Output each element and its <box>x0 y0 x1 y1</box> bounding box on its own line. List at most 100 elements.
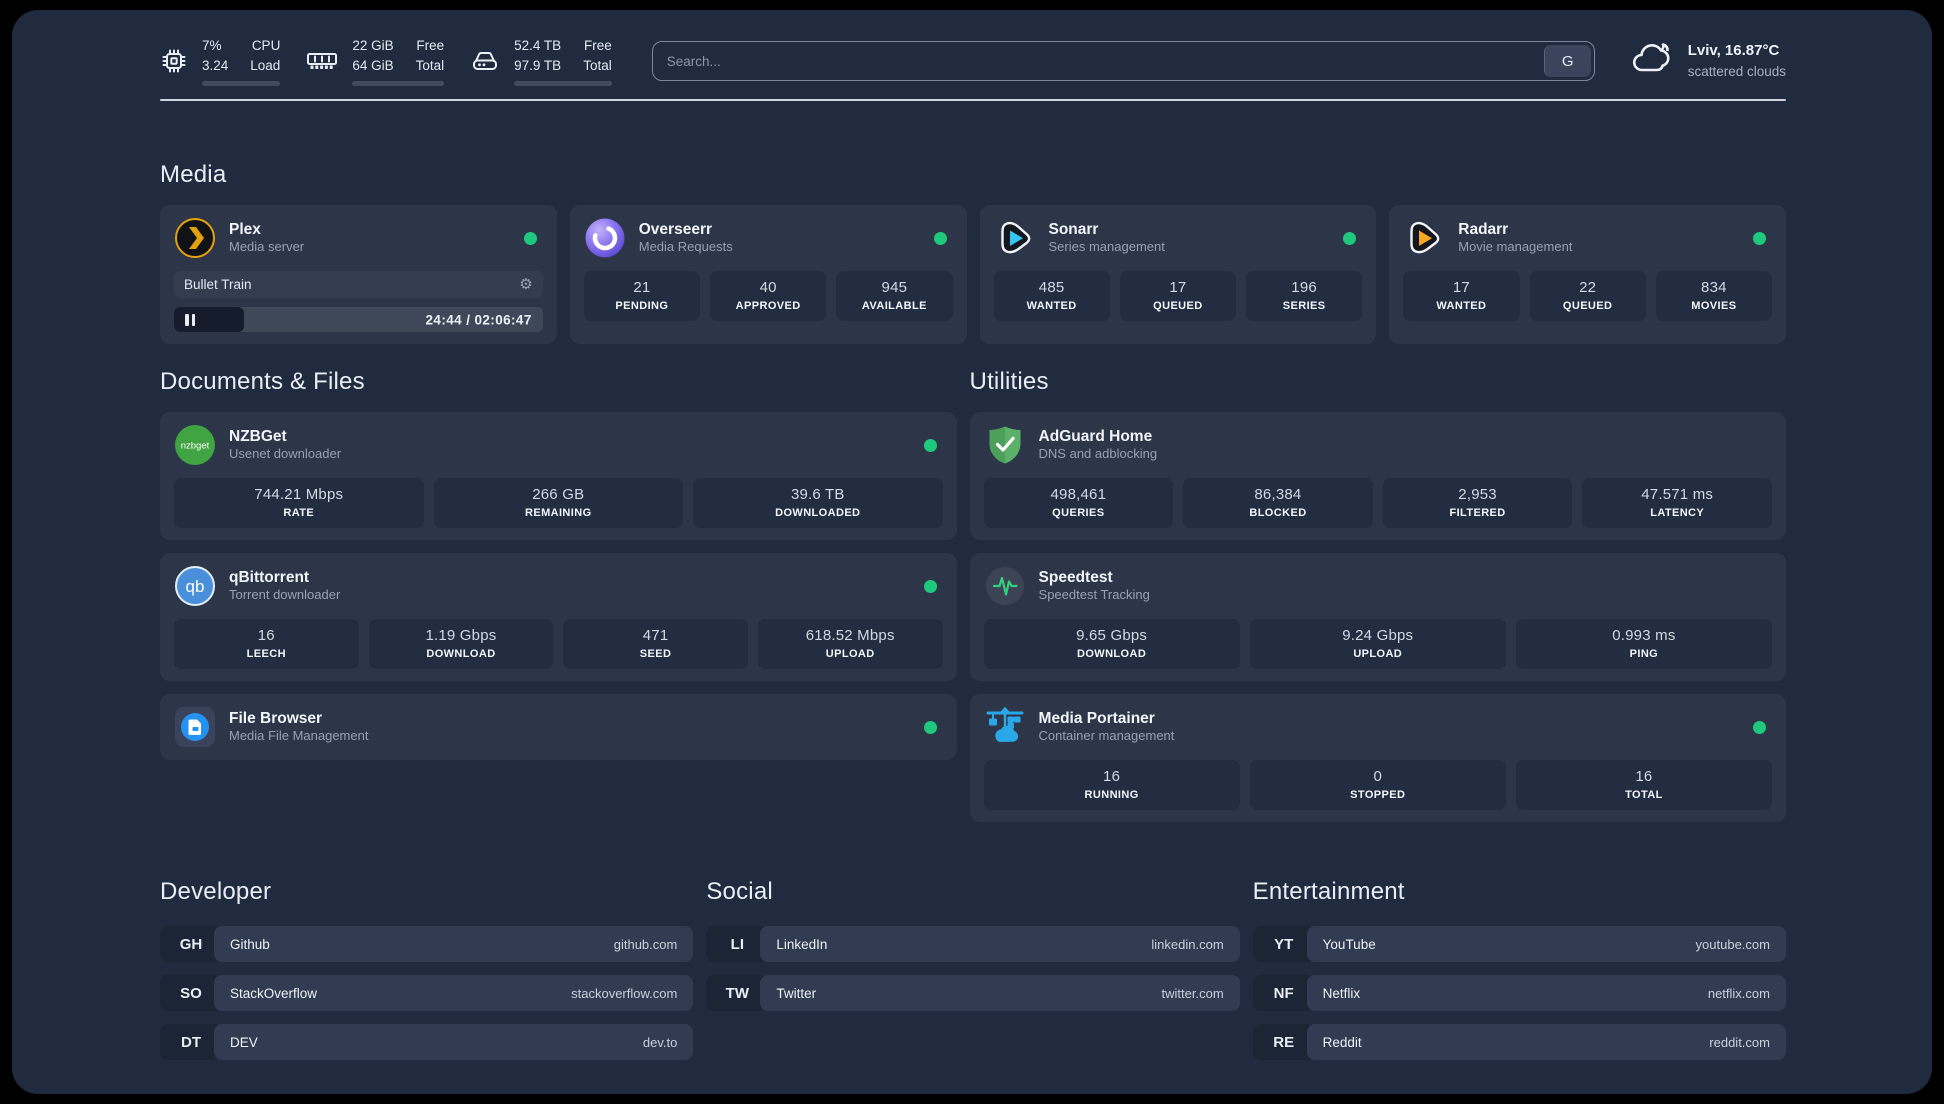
service-name: Sonarr <box>1048 220 1099 238</box>
stat-label: FILTERED <box>1449 507 1506 520</box>
stat-label: MOVIES <box>1691 300 1737 313</box>
service-card-sonarr[interactable]: Sonarr Series management 485 WANTED 17 Q… <box>979 205 1377 345</box>
service-description: Media File Management <box>229 728 369 744</box>
bookmark-abbr: NF <box>1252 975 1315 1012</box>
bookmark-row-youtube[interactable]: YT YouTube youtube.com <box>1252 926 1786 963</box>
bookmark-url: twitter.com <box>1161 985 1224 1001</box>
stat-tile: 40 APPROVED <box>710 271 827 322</box>
radarr-icon <box>1403 217 1445 259</box>
bookmark-row-github[interactable]: GH Github github.com <box>160 926 694 963</box>
bookmark-abbr: RE <box>1252 1024 1315 1061</box>
bookmark-row-reddit[interactable]: RE Reddit reddit.com <box>1252 1024 1786 1061</box>
cpu-progress-bar <box>202 81 281 87</box>
cpu-load-value: 3.24 <box>202 57 229 73</box>
bookmark-name: Twitter <box>776 985 817 1001</box>
ram-icon <box>306 49 338 73</box>
service-name: AdGuard Home <box>1038 427 1153 445</box>
bookmark-row-linkedin[interactable]: LI LinkedIn linkedin.com <box>706 926 1240 963</box>
status-dot <box>1752 720 1766 734</box>
service-card-filebrowser[interactable]: File Browser Media File Management <box>160 694 957 761</box>
service-card-speedtest[interactable]: Speedtest Speedtest Tracking 9.65 Gbps D… <box>969 553 1786 682</box>
stat-tile: 0.993 ms PING <box>1515 619 1772 670</box>
ram-free-label: Free <box>416 38 445 53</box>
service-card-portainer[interactable]: Media Portainer Container management 16 … <box>969 694 1786 823</box>
stat-value: 17 <box>1452 279 1470 297</box>
stat-label: QUEUED <box>1153 300 1203 313</box>
stat-value: 47.571 ms <box>1641 486 1714 504</box>
service-name: File Browser <box>229 709 323 727</box>
stat-tile: 16 RUNNING <box>983 760 1240 811</box>
stat-value: 16 <box>257 627 275 645</box>
bookmark-url: reddit.com <box>1709 1034 1770 1050</box>
topbar-divider <box>160 99 1786 102</box>
speedtest-icon <box>984 565 1026 607</box>
svg-text:nzbget: nzbget <box>181 441 210 452</box>
nzbget-icon: nzbget <box>174 424 216 466</box>
playback-progress: 24:44 / 02:06:47 <box>174 307 543 333</box>
stat-value: 21 <box>633 279 651 297</box>
section-documents: Documents & Files nzbget NZBGet Usenet d… <box>160 368 957 761</box>
stat-label: PENDING <box>615 300 669 313</box>
settings-icon[interactable]: ⚙ <box>519 277 532 292</box>
bookmark-row-stackoverflow[interactable]: SO StackOverflow stackoverflow.com <box>160 975 694 1012</box>
stat-label: RUNNING <box>1084 789 1139 802</box>
section-title-media: Media <box>160 161 227 189</box>
search-bar: G <box>651 41 1595 82</box>
bookmark-group-social: Social LI LinkedIn linkedin.com TW Twitt… <box>706 878 1240 1060</box>
bookmark-abbr: GH <box>160 926 222 963</box>
stat-value: 498,461 <box>1050 486 1107 504</box>
service-card-overseerr[interactable]: Overseerr Media Requests 21 PENDING 40 A… <box>569 205 967 345</box>
bookmark-row-twitter[interactable]: TW Twitter twitter.com <box>706 975 1240 1012</box>
bookmark-url: stackoverflow.com <box>571 985 678 1001</box>
stat-tile: 1.19 Gbps DOWNLOAD <box>368 619 554 670</box>
cpu-icon <box>160 47 188 75</box>
bookmark-url: netflix.com <box>1707 985 1770 1001</box>
stat-label: BLOCKED <box>1249 507 1307 520</box>
service-card-adguard[interactable]: AdGuard Home DNS and adblocking 498,461 … <box>969 412 1786 541</box>
stat-tile: 266 GB REMAINING <box>433 478 684 529</box>
stat-label: RATE <box>283 507 315 520</box>
stat-value: 9.24 Gbps <box>1342 627 1414 645</box>
portainer-icon <box>984 706 1026 748</box>
section-title-documents: Documents & Files <box>160 368 365 396</box>
stat-value: 22 <box>1579 279 1597 297</box>
bookmark-url: github.com <box>613 936 678 952</box>
search-input[interactable] <box>651 41 1595 82</box>
stat-label: DOWNLOADED <box>775 507 861 520</box>
overseerr-icon <box>584 217 626 259</box>
stat-label: PING <box>1629 648 1659 661</box>
bookmark-name: Netflix <box>1322 985 1361 1001</box>
service-card-nzbget[interactable]: nzbget NZBGet Usenet downloader 744.21 M… <box>160 412 957 541</box>
service-description: Container management <box>1038 728 1175 744</box>
stat-tile: 834 MOVIES <box>1655 271 1772 322</box>
filebrowser-icon <box>174 706 216 748</box>
stat-tile: 9.65 Gbps DOWNLOAD <box>983 619 1240 670</box>
cpu-widget: 7% 3.24 CPU Load <box>160 36 281 87</box>
stat-tile: 0 STOPPED <box>1249 760 1506 811</box>
service-description: Usenet downloader <box>229 446 342 462</box>
bookmark-row-dev[interactable]: DT DEV dev.to <box>160 1024 694 1061</box>
stat-tile: 39.6 TB DOWNLOADED <box>693 478 943 529</box>
stat-value: 485 <box>1038 279 1065 297</box>
search-engine-button[interactable]: G <box>1543 45 1591 78</box>
weather-condition: scattered clouds <box>1687 64 1786 80</box>
stat-value: 266 GB <box>532 486 585 504</box>
bookmark-row-netflix[interactable]: NF Netflix netflix.com <box>1252 975 1786 1012</box>
stat-tile: 485 WANTED <box>993 271 1110 322</box>
section-title-social: Social <box>706 878 773 906</box>
now-playing-title: Bullet Train <box>184 277 252 293</box>
service-card-plex[interactable]: Plex Media server Bullet Train ⚙ 24:44 /… <box>160 205 557 345</box>
section-media: Media Plex Media server Bullet Train ⚙ 2… <box>160 161 1786 345</box>
service-card-radarr[interactable]: Radarr Movie management 17 WANTED 22 QUE… <box>1389 205 1786 345</box>
bookmark-name: DEV <box>230 1034 258 1050</box>
stat-label: STOPPED <box>1350 789 1406 802</box>
service-card-qbittorrent[interactable]: qb qBittorrent Torrent downloader 16 LEE… <box>160 553 957 682</box>
ram-progress-bar <box>352 81 445 87</box>
section-title-entertainment: Entertainment <box>1252 878 1405 906</box>
dashboard-panel: 7% 3.24 CPU Load 22 GiB 64 GiB Free Tota… <box>12 10 1932 1094</box>
stat-tile: 196 SERIES <box>1246 271 1363 322</box>
svg-text:qb: qb <box>186 577 205 596</box>
playback-time: 24:44 / 02:06:47 <box>425 312 532 328</box>
stat-tile: 21 PENDING <box>583 271 700 322</box>
stat-tile: 945 AVAILABLE <box>836 271 953 322</box>
